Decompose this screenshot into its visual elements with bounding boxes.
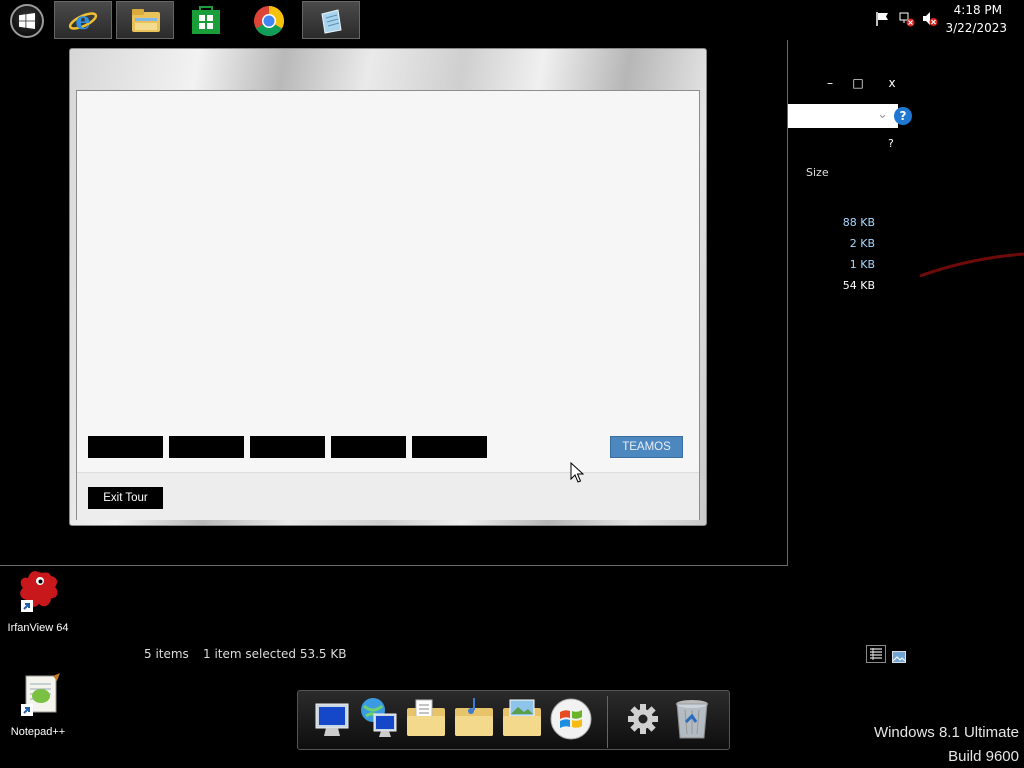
computer-icon (315, 703, 349, 736)
desktop-icon-notepad-plus-plus[interactable]: Notepad++ (3, 672, 73, 738)
chevron-down-icon[interactable]: ⌄ (877, 107, 888, 122)
file-explorer-icon (132, 9, 160, 32)
column-header-size[interactable]: Size (806, 166, 829, 179)
teamos-button[interactable]: TEAMOS (610, 436, 683, 458)
file-size-cell[interactable]: 2 KB (820, 237, 875, 250)
dock-windows[interactable] (549, 694, 593, 744)
irfanview-icon (20, 571, 58, 612)
details-view-icon[interactable] (866, 645, 886, 663)
search-box[interactable]: ⌄ (788, 104, 898, 128)
start-button[interactable] (10, 4, 44, 38)
desktop-icon-label: Notepad++ (10, 726, 66, 738)
pictures-folder-icon (503, 699, 541, 736)
tour-tab-5[interactable] (412, 436, 487, 458)
notepad-icon (321, 9, 342, 34)
file-size-cell[interactable]: 88 KB (820, 216, 875, 229)
network-icon (361, 698, 397, 737)
tour-tab-4[interactable] (331, 436, 406, 458)
dock-music[interactable] (452, 694, 496, 744)
clock-date[interactable]: 3/22/2023 (927, 21, 1007, 35)
os-watermark-build: Build 9600 (948, 748, 1019, 765)
documents-folder-icon (407, 699, 445, 736)
file-size-cell-selected[interactable]: 54 KB (820, 279, 875, 292)
status-item-count: 5 items (144, 647, 189, 661)
dock-recycle-bin[interactable] (670, 694, 714, 744)
dock-pictures[interactable] (500, 694, 544, 744)
dock-network[interactable] (356, 694, 400, 744)
desktop-icon-label: IrfanView 64 (7, 622, 69, 634)
windows-logo-icon (19, 13, 35, 29)
internet-explorer-icon: e (68, 6, 98, 35)
maximize-button[interactable]: □ (848, 76, 868, 90)
chrome-icon (254, 5, 284, 37)
dock-computer[interactable] (310, 694, 354, 744)
exit-tour-button[interactable]: Exit Tour (88, 487, 163, 509)
settings-gear-icon (628, 704, 658, 734)
file-size-cell[interactable]: 1 KB (820, 258, 875, 271)
action-center-flag-icon[interactable] (875, 11, 891, 27)
store-icon (192, 6, 220, 34)
large-icons-view-icon[interactable] (892, 648, 906, 663)
minimize-button[interactable]: – (820, 76, 840, 90)
wallpaper-streak (919, 248, 1024, 288)
help-hint[interactable]: ? (888, 137, 894, 150)
notepad-plus-plus-icon (21, 673, 60, 716)
dock-settings[interactable] (621, 694, 665, 744)
dock-documents[interactable] (404, 694, 448, 744)
taskbar-chrome[interactable] (240, 1, 298, 39)
os-watermark-edition: Windows 8.1 Ultimate (873, 724, 1019, 741)
dock-separator (607, 696, 608, 748)
taskbar-internet-explorer[interactable]: e (54, 1, 112, 39)
windows-logo-icon (550, 698, 592, 740)
taskbar-file-explorer[interactable] (116, 1, 174, 39)
close-button[interactable]: x (882, 76, 902, 90)
tour-tab-2[interactable] (169, 436, 244, 458)
status-selection: 1 item selected 53.5 KB (203, 647, 347, 661)
tour-tab-1[interactable] (88, 436, 163, 458)
taskbar-store[interactable] (178, 1, 236, 39)
desktop-icon-irfanview[interactable]: IrfanView 64 (3, 568, 73, 634)
mouse-pointer-icon (570, 462, 584, 483)
clock-time[interactable]: 4:18 PM (922, 3, 1002, 17)
tour-footer (77, 472, 699, 520)
recycle-bin-icon (676, 700, 708, 739)
svg-text:e: e (75, 6, 90, 35)
network-error-icon[interactable] (899, 11, 915, 27)
tour-tab-3[interactable] (250, 436, 325, 458)
music-folder-icon (455, 698, 493, 736)
taskbar-notepad[interactable] (302, 1, 360, 39)
help-icon[interactable]: ? (894, 107, 912, 125)
